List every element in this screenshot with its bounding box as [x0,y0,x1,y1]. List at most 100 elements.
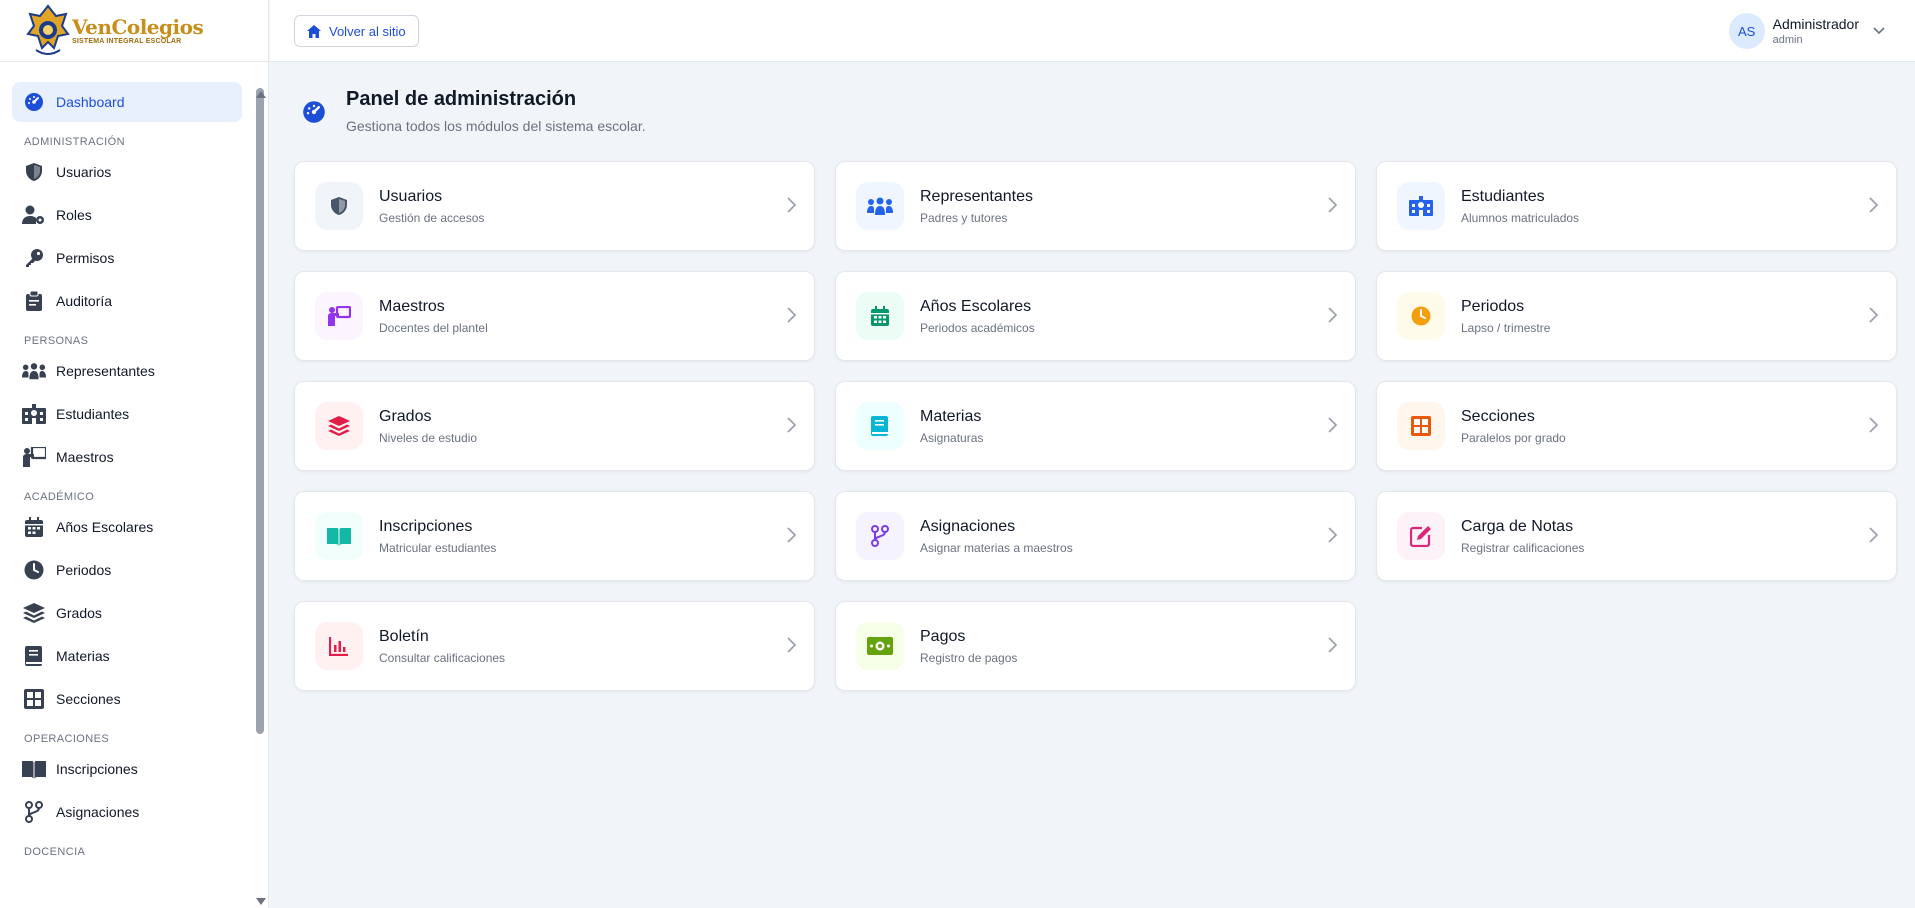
sidebar-item-roles[interactable]: Roles [12,195,242,235]
sidebar-item-label: Periodos [56,562,112,578]
gauge-icon [22,90,46,114]
brand-tagline: SISTEMA INTEGRAL ESCOLAR [72,38,182,45]
sidebar-item-anos-escolares[interactable]: Años Escolares [12,507,242,547]
sidebar-nav: Dashboard ADMINISTRACIÓN Usuarios Roles … [12,82,242,862]
sidebar-item-permisos[interactable]: Permisos [12,238,242,278]
sidebar-item-asignaciones[interactable]: Asignaciones [12,792,242,832]
chevron-right-icon [787,197,797,218]
sidebar-item-inscripciones[interactable]: Inscripciones [12,749,242,789]
module-card-estudiantes[interactable]: Estudiantes Alumnos matriculados [1376,161,1897,251]
brand-name: VenColegios [72,15,204,39]
calendar-icon [856,292,904,340]
page-title: Panel de administración [346,88,577,110]
grid-table-icon [22,687,46,711]
logo[interactable]: VenColegios SISTEMA INTEGRAL ESCOLAR [0,0,268,62]
module-card-secciones[interactable]: Secciones Paralelos por grado [1376,381,1897,471]
card-title: Estudiantes [1461,187,1545,205]
people-group-icon [22,359,46,383]
code-branch-icon [856,512,904,560]
book-icon [22,644,46,668]
sidebar-item-periodos[interactable]: Periodos [12,550,242,590]
chevron-right-icon [1328,197,1338,218]
card-title: Secciones [1461,407,1535,425]
chevron-right-icon [787,527,797,548]
nav-section-operaciones: OPERACIONES [24,733,110,745]
sidebar-item-materias[interactable]: Materias [12,636,242,676]
back-to-site-label: Volver al sitio [329,23,406,39]
module-card-inscripciones[interactable]: Inscripciones Matricular estudiantes [294,491,815,581]
module-card-maestros[interactable]: Maestros Docentes del plantel [294,271,815,361]
sidebar-item-secciones[interactable]: Secciones [12,679,242,719]
card-subtitle: Asignaturas [920,430,984,445]
chevron-right-icon [1328,307,1338,328]
card-subtitle: Registrar calificaciones [1461,540,1585,555]
sidebar-item-auditoria[interactable]: Auditoría [12,281,242,321]
chevron-down-icon [1873,27,1885,35]
card-subtitle: Padres y tutores [920,210,1008,225]
avatar: AS [1728,13,1765,49]
sidebar-item-label: Dashboard [56,94,125,110]
module-card-asignaciones[interactable]: Asignaciones Asignar materias a maestros [835,491,1356,581]
card-subtitle: Docentes del plantel [379,320,488,335]
card-title: Boletín [379,627,429,645]
card-title: Asignaciones [920,517,1016,535]
open-book-icon [22,757,46,781]
shield-icon [22,160,46,184]
chevron-right-icon [1328,637,1338,658]
chevron-right-icon [1869,527,1879,548]
module-card-periodos[interactable]: Periodos Lapso / trimestre [1376,271,1897,361]
open-book-icon [315,512,363,560]
user-gear-icon [22,203,46,227]
calendar-icon [22,515,46,539]
sidebar-item-representantes[interactable]: Representantes [12,351,242,391]
module-card-boletin[interactable]: Boletín Consultar calificaciones [294,601,815,691]
card-subtitle: Matricular estudiantes [379,540,497,555]
scroll-down-arrow-icon[interactable] [256,898,266,905]
module-card-representantes[interactable]: Representantes Padres y tutores [835,161,1356,251]
sidebar-item-label: Representantes [56,363,155,379]
sidebar-item-usuarios[interactable]: Usuarios [12,152,242,192]
module-card-anos-escolares[interactable]: Años Escolares Periodos académicos [835,271,1356,361]
sidebar-item-label: Inscripciones [56,761,138,777]
money-bill-icon [856,622,904,670]
clipboard-icon [22,289,46,313]
user-menu[interactable]: AS Administrador admin [1728,13,1885,49]
nav-section-administracion: ADMINISTRACIÓN [24,136,125,148]
scroll-up-arrow-icon[interactable] [256,91,266,98]
back-to-site-button[interactable]: Volver al sitio [294,15,419,47]
sidebar-item-dashboard[interactable]: Dashboard [12,82,242,122]
card-subtitle: Alumnos matriculados [1461,210,1580,225]
grid-table-icon [1397,402,1445,450]
sidebar-item-label: Estudiantes [56,406,130,422]
sidebar-item-label: Auditoría [56,293,113,309]
clock-icon [1397,292,1445,340]
card-title: Años Escolares [920,297,1032,315]
card-subtitle: Registro de pagos [920,650,1018,665]
card-title: Periodos [1461,297,1525,315]
nav-section-personas: PERSONAS [24,335,89,347]
module-card-carga-de-notas[interactable]: Carga de Notas Registrar calificaciones [1376,491,1897,581]
module-card-grados[interactable]: Grados Niveles de estudio [294,381,815,471]
card-subtitle: Niveles de estudio [379,430,478,445]
card-subtitle: Periodos académicos [920,320,1035,335]
nav-section-academico: ACADÉMICO [24,491,95,503]
sidebar-item-maestros[interactable]: Maestros [12,437,242,477]
chevron-right-icon [1869,417,1879,438]
chevron-right-icon [787,417,797,438]
card-title: Materias [920,407,982,425]
sidebar-item-label: Permisos [56,250,115,266]
card-subtitle: Asignar materias a maestros [920,540,1073,555]
sidebar-scrollbar[interactable] [256,88,264,734]
chevron-right-icon [1869,197,1879,218]
card-subtitle: Paralelos por grado [1461,430,1566,445]
user-role: admin [1772,34,1803,46]
module-grid: Usuarios Gestión de accesos Representantes… [294,161,1897,691]
module-card-usuarios[interactable]: Usuarios Gestión de accesos [294,161,815,251]
user-name: Administrador [1772,16,1859,32]
pen-square-icon [1397,512,1445,560]
sidebar-item-grados[interactable]: Grados [12,593,242,633]
sidebar-item-estudiantes[interactable]: Estudiantes [12,394,242,434]
module-card-materias[interactable]: Materias Asignaturas [835,381,1356,471]
topbar: Volver al sitio AS Administrador admin [270,0,1915,62]
module-card-pagos[interactable]: Pagos Registro de pagos [835,601,1356,691]
